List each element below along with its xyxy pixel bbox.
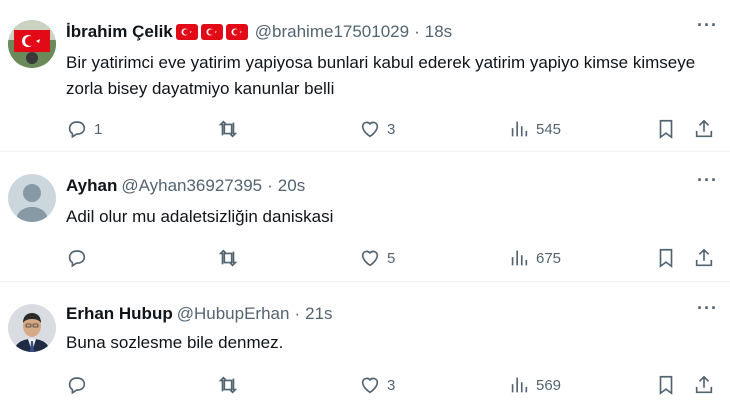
action-bar: 1 3 545: [66, 118, 716, 142]
avatar[interactable]: [8, 20, 56, 68]
reply-icon: [68, 121, 86, 139]
share-button[interactable]: [693, 247, 715, 269]
retweet-icon: [218, 120, 238, 138]
heart-icon: [361, 377, 379, 394]
action-bar: 5 675: [66, 247, 716, 271]
separator-dot: ·: [414, 22, 420, 41]
action-bar: 3 569: [66, 374, 716, 398]
tweet-header: Ayhan @Ayhan36927395 · 20s: [66, 175, 305, 197]
share-icon: [695, 119, 713, 138]
bookmark-icon: [659, 248, 673, 268]
views-icon: [511, 377, 528, 393]
retweet-button[interactable]: [217, 118, 245, 140]
bookmark-icon: [659, 119, 673, 139]
more-icon[interactable]: ···: [697, 15, 718, 36]
turkish-flag-icon: [200, 24, 223, 40]
flag-emojis: [175, 24, 251, 40]
tweet-text: Bir yatirimci eve yatirim yapiyosa bunla…: [66, 53, 696, 98]
retweet-icon: [218, 376, 238, 394]
views-icon: [511, 250, 528, 266]
separator-dot: ·: [267, 176, 273, 195]
tweet-text: Buna sozlesme bile denmez.: [66, 333, 284, 352]
views-button[interactable]: 569: [508, 374, 561, 396]
avatar[interactable]: [8, 304, 56, 352]
view-count: 675: [536, 249, 562, 267]
like-count: 3: [387, 120, 396, 138]
tweet-header: İbrahim Çelik @brahime17501029 · 18s: [66, 21, 452, 43]
bookmark-button[interactable]: [655, 374, 677, 396]
tweet[interactable]: Ayhan @Ayhan36927395 · 20s ··· Adil olur…: [0, 152, 730, 282]
bookmark-icon: [659, 375, 673, 395]
tweet-header: Erhan Hubup @HubupErhan · 21s: [66, 303, 333, 325]
reply-button[interactable]: [66, 247, 94, 269]
author-handle[interactable]: @Ayhan36927395: [121, 175, 262, 197]
timestamp[interactable]: 20s: [278, 175, 305, 197]
like-button[interactable]: 3: [359, 118, 395, 140]
like-button[interactable]: 5: [359, 247, 395, 269]
retweet-button[interactable]: [217, 247, 245, 269]
more-icon[interactable]: ···: [697, 298, 718, 319]
like-button[interactable]: 3: [359, 374, 395, 396]
author-handle[interactable]: @HubupErhan: [177, 303, 290, 325]
share-button[interactable]: [693, 118, 715, 140]
share-icon: [695, 248, 713, 267]
timestamp[interactable]: 21s: [305, 303, 332, 325]
views-button[interactable]: 675: [508, 247, 561, 269]
turkish-flag-icon: [175, 24, 198, 40]
share-icon: [695, 375, 713, 394]
author-name[interactable]: Erhan Hubup: [66, 303, 173, 325]
tweet-text: Adil olur mu adaletsizliğin daniskasi: [66, 207, 334, 226]
reply-count: 1: [94, 120, 103, 138]
reply-icon: [68, 250, 86, 268]
views-icon: [511, 121, 528, 137]
retweet-button[interactable]: [217, 374, 245, 396]
bookmark-button[interactable]: [655, 247, 677, 269]
turkish-flag-icon: [225, 24, 248, 40]
heart-icon: [361, 121, 379, 138]
view-count: 545: [536, 120, 562, 138]
reply-icon: [68, 377, 86, 395]
author-handle[interactable]: @brahime17501029: [255, 21, 409, 43]
like-count: 3: [387, 376, 396, 394]
author-name[interactable]: İbrahim Çelik: [66, 21, 173, 43]
share-button[interactable]: [693, 374, 715, 396]
timestamp[interactable]: 18s: [425, 21, 452, 43]
retweet-icon: [218, 249, 238, 267]
tweet[interactable]: Erhan Hubup @HubupErhan · 21s ··· Buna s…: [0, 282, 730, 420]
more-icon[interactable]: ···: [697, 170, 718, 191]
tweet[interactable]: İbrahim Çelik @brahime17501029 · 18s ···…: [0, 0, 730, 152]
separator-dot: ·: [294, 304, 301, 323]
author-name[interactable]: Ayhan: [66, 175, 117, 197]
views-button[interactable]: 545: [508, 118, 561, 140]
view-count: 569: [536, 376, 562, 394]
heart-icon: [361, 250, 379, 267]
bookmark-button[interactable]: [655, 118, 677, 140]
like-count: 5: [387, 249, 396, 267]
reply-button[interactable]: [66, 374, 94, 396]
reply-button[interactable]: 1: [66, 118, 102, 140]
avatar[interactable]: [8, 174, 56, 222]
